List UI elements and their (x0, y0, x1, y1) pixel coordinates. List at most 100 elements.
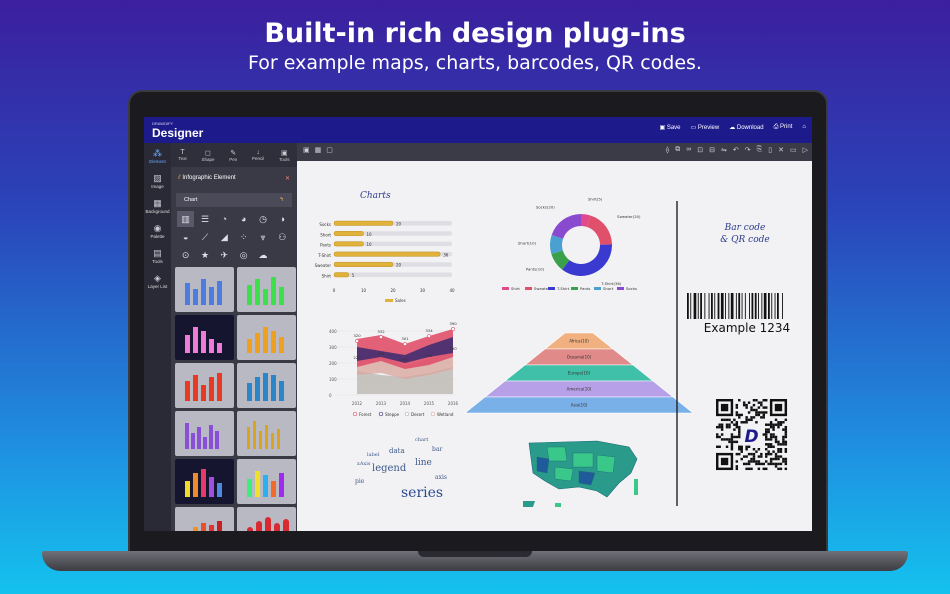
thumb-steel-bars[interactable] (237, 363, 296, 408)
qr-module (738, 399, 741, 402)
plane-icon[interactable]: ✈ (216, 247, 233, 263)
horizontal-bar-icon[interactable]: ☰ (196, 211, 213, 227)
flip-icon[interactable]: ⇋ (721, 146, 727, 154)
qr-module (735, 440, 739, 444)
half-pie-icon[interactable]: ◑ (274, 211, 291, 227)
qr-module (772, 462, 775, 466)
qr-module (757, 401, 761, 404)
qr-module (769, 443, 773, 446)
chart-section-header[interactable]: Chart ↰ (176, 193, 292, 207)
pie-chart-icon[interactable]: ◔ (216, 211, 233, 227)
thumb-warm-bars[interactable] (175, 507, 234, 531)
grid-icon[interactable]: ▦ (315, 146, 322, 154)
thumb-orange-bars[interactable] (237, 315, 296, 360)
rail-background[interactable]: ▦ Background (144, 193, 171, 218)
qr-module (735, 460, 739, 463)
thumb-red-bars[interactable] (175, 363, 234, 408)
qr-module (738, 445, 741, 448)
layout-icon[interactable]: ▣ (303, 146, 310, 154)
play-icon[interactable]: ▷ (803, 146, 808, 154)
thumb-pink-bars[interactable] (175, 315, 234, 360)
rail-image[interactable]: ▨ Image (144, 168, 171, 193)
preview-button[interactable]: ▭ Preview (691, 124, 720, 131)
save-button[interactable]: ▣ Save (659, 124, 680, 131)
donut-chart-icon[interactable]: ◕ (235, 211, 252, 227)
delete-icon[interactable]: ✕ (778, 146, 784, 154)
star-icon[interactable]: ★ (196, 247, 213, 263)
undo-icon[interactable]: ↶ (733, 146, 739, 154)
gauge-icon[interactable]: ◷ (254, 211, 271, 227)
tool-pen[interactable]: ✎ Pen (229, 149, 237, 162)
funnel-icon[interactable]: ⩔ (254, 229, 271, 245)
rail-tools[interactable]: ▤ Tools (144, 243, 171, 268)
lock-icon[interactable]: ⊡ (697, 146, 703, 154)
qr-module (735, 435, 739, 439)
thumb-gold-bars[interactable] (237, 411, 296, 456)
qr-module (752, 399, 756, 402)
tool-tools[interactable]: ▣ Tools (279, 149, 290, 162)
qr-module (774, 452, 778, 456)
link-icon[interactable]: ∞ (686, 146, 691, 154)
home-icon[interactable]: ⌂ (802, 124, 806, 131)
frame-icon[interactable]: ▢ (326, 146, 333, 154)
thumb-violet-bars[interactable] (175, 411, 234, 456)
qr-module (740, 445, 743, 448)
tool-shape[interactable]: ◻ Shape (201, 149, 214, 162)
line-chart-icon[interactable]: ⟋ (196, 229, 213, 245)
print-button[interactable]: ⎙ Print (774, 124, 793, 131)
close-icon[interactable]: ✕ (285, 175, 290, 182)
qr-module (750, 408, 753, 412)
back-arrow-icon[interactable]: ↰ (279, 197, 284, 203)
qr-module (718, 425, 721, 429)
qr-module (730, 435, 734, 439)
design-canvas[interactable]: Charts Socks 20 Short 10 Pants 10 T-Shirt 36 Swe… (297, 161, 812, 531)
radar-icon[interactable]: ◎ (235, 247, 252, 263)
qr-module (740, 457, 743, 461)
qr-module (784, 418, 788, 422)
qr-module (784, 425, 788, 429)
area-chart-icon[interactable]: ◢ (216, 229, 233, 245)
thumb-neon-bars[interactable] (237, 459, 296, 504)
copy-icon[interactable]: ⎘ (757, 146, 763, 154)
thumb-green-bars[interactable] (237, 267, 296, 312)
barcode-bar (751, 293, 754, 319)
video-icon[interactable]: ▭ (790, 146, 797, 154)
compass-icon[interactable]: ⊙ (177, 247, 194, 263)
headline-title: Built-in rich design plug-ins (264, 18, 686, 49)
area-legend-marker (378, 411, 384, 417)
rail-palette[interactable]: ◉ Palette (144, 218, 171, 243)
qr-module (740, 413, 743, 417)
area-point (403, 342, 407, 346)
tool-text[interactable]: T Text (178, 149, 186, 161)
thumb-rounded-bars[interactable] (237, 507, 296, 531)
redo-icon[interactable]: ↷ (745, 146, 751, 154)
tool-pencil[interactable]: ↓ Pencil (252, 149, 264, 161)
y-tick-label: 100 (329, 377, 337, 382)
qr-module (772, 423, 775, 426)
donut-slice (586, 215, 612, 245)
thumb-blue-bars[interactable] (175, 267, 234, 312)
bar-chart-icon[interactable]: ▥ (177, 211, 195, 227)
rail-layers[interactable]: ◈ Layer List (144, 268, 171, 293)
qr-module (769, 445, 773, 448)
layers-order-icon[interactable]: ⧉ (675, 146, 680, 154)
paste-icon[interactable]: ▯ (768, 146, 772, 154)
download-icon: ☁ (729, 125, 737, 131)
align-icon[interactable]: ⟠ (666, 146, 669, 154)
cloud-icon[interactable]: ☁ (254, 247, 271, 263)
barcode-bar (697, 293, 699, 319)
bar-category-label: T-Shirt (317, 253, 331, 258)
unlock-icon[interactable]: ⊟ (709, 146, 715, 154)
half-donut-icon[interactable]: ◒ (177, 229, 194, 245)
qr-module (762, 406, 765, 409)
bubble-icon[interactable]: ⚇ (274, 229, 291, 245)
image-icon: ▨ (153, 173, 162, 183)
thumb-gradient-bars[interactable] (175, 459, 234, 504)
scatter-icon[interactable]: ⁘ (235, 229, 252, 245)
chart-thumbnails (171, 267, 297, 531)
rail-element[interactable]: ⁂ Element (144, 143, 171, 168)
download-button[interactable]: ☁ Download (729, 124, 763, 131)
qr-module (747, 467, 751, 471)
qr-finder-core (774, 403, 783, 412)
qr-module (767, 438, 770, 441)
